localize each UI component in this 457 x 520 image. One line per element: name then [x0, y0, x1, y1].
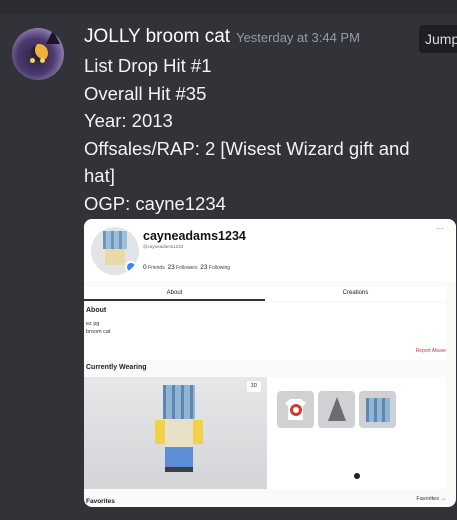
avatar-face	[105, 249, 125, 265]
avatar-left-arm	[155, 420, 165, 444]
message-line: List Drop Hit #1	[84, 55, 212, 76]
avatar-legs	[165, 447, 193, 467]
profile-stats: 0 Friends 23 Followers 23 Following	[143, 264, 230, 271]
about-heading: About	[86, 307, 107, 314]
avatar-preview: 3D	[84, 377, 267, 489]
favorites-heading: Favorites	[86, 498, 115, 505]
more-options-icon: ···	[436, 224, 444, 233]
gift-box-icon	[103, 231, 127, 249]
gift-box-icon	[366, 398, 390, 422]
author-avatar[interactable]	[12, 28, 64, 80]
profile-tabs: About Creations	[84, 287, 446, 301]
message-timestamp: Yesterday at 3:44 PM	[236, 30, 360, 45]
cat-eye-icon	[40, 58, 45, 63]
author-name[interactable]: JOLLY broom cat	[84, 26, 230, 47]
worn-item-hat	[318, 391, 355, 428]
profile-display-name: cayneadams1234	[143, 229, 246, 243]
avatar-torso	[165, 419, 193, 447]
tab-about: About	[84, 287, 265, 301]
avatar-shoes	[165, 467, 193, 472]
gift-box-head-icon	[163, 385, 195, 419]
message-line: Offsales/RAP: 2 [Wisest Wizard gift and …	[84, 137, 410, 187]
favorites-link: Favorites →	[416, 496, 446, 502]
top-bar	[0, 0, 457, 14]
3d-toggle-button: 3D	[247, 381, 261, 392]
jump-button[interactable]: Jump	[419, 25, 457, 53]
profile-avatar	[91, 227, 139, 275]
online-badge-icon	[125, 261, 137, 273]
about-line: broom cat	[86, 329, 111, 335]
profile-handle: @cayneadams1234	[143, 244, 184, 249]
about-line: ez pg	[86, 321, 100, 327]
message-content: List Drop Hit #1 Overall Hit #35 Year: 2…	[84, 52, 444, 217]
message-header: JOLLY broom cat Yesterday at 3:44 PM	[84, 26, 360, 48]
worn-item-gift	[359, 391, 396, 428]
followers-count: 23	[167, 264, 175, 271]
report-abuse-link: Report Abuse	[415, 348, 446, 354]
image-attachment[interactable]: cayneadams1234 @cayneadams1234 0 Friends…	[84, 219, 456, 507]
about-section: About ez pg broom cat Report Abuse	[84, 303, 446, 360]
friends-count: 0	[143, 264, 147, 271]
worn-item-tshirt	[277, 391, 314, 428]
following-count: 23	[200, 264, 208, 271]
avatar-right-arm	[193, 420, 203, 444]
witch-hat-icon	[46, 30, 60, 44]
friends-label: Friends	[148, 265, 165, 271]
cat-eye-icon	[30, 58, 35, 63]
pager-dot	[354, 473, 360, 479]
message-line: Year: 2013	[84, 110, 173, 131]
following-label: Following	[208, 265, 231, 271]
wreath-icon	[290, 404, 302, 416]
message-line: OGP: cayne1234	[84, 192, 226, 214]
followers-label: Followers	[176, 265, 198, 271]
currently-wearing-heading: Currently Wearing	[86, 364, 147, 371]
avatar-figure	[152, 385, 212, 475]
about-text: ez pg broom cat	[86, 320, 110, 336]
tab-creations: Creations	[342, 290, 369, 296]
worn-items-panel	[267, 377, 446, 489]
witch-hat-icon	[328, 397, 346, 421]
profile-header: cayneadams1234 @cayneadams1234 0 Friends…	[84, 219, 456, 281]
message-line: Overall Hit #35	[84, 82, 207, 104]
